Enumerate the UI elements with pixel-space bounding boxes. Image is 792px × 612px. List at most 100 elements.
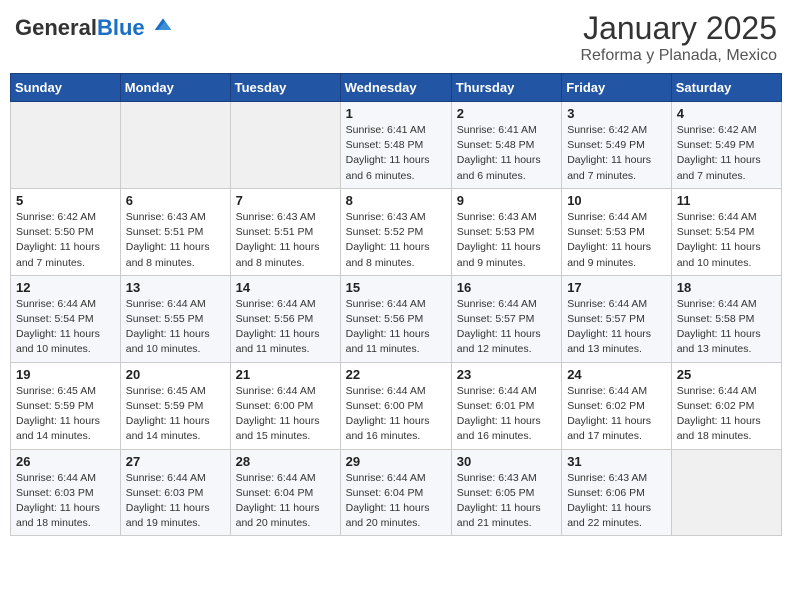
day-number: 2 — [457, 106, 556, 121]
logo-blue-text: Blue — [97, 15, 145, 40]
day-number: 11 — [677, 193, 776, 208]
day-number: 10 — [567, 193, 666, 208]
day-number: 27 — [126, 454, 225, 469]
day-info: Sunrise: 6:45 AMSunset: 5:59 PMDaylight:… — [16, 384, 115, 445]
day-info: Sunrise: 6:44 AMSunset: 5:56 PMDaylight:… — [346, 297, 446, 358]
calendar-cell: 20 Sunrise: 6:45 AMSunset: 5:59 PMDayligh… — [120, 362, 230, 449]
weekday-header-wednesday: Wednesday — [340, 74, 451, 102]
day-info: Sunrise: 6:43 AMSunset: 5:51 PMDaylight:… — [126, 210, 225, 271]
day-number: 20 — [126, 367, 225, 382]
day-number: 23 — [457, 367, 556, 382]
title-block: January 2025 Reforma y Planada, Mexico — [580, 10, 777, 65]
day-info: Sunrise: 6:43 AMSunset: 5:51 PMDaylight:… — [236, 210, 335, 271]
day-info: Sunrise: 6:44 AMSunset: 6:04 PMDaylight:… — [346, 471, 446, 532]
weekday-header-sunday: Sunday — [11, 74, 121, 102]
calendar-week-4: 19 Sunrise: 6:45 AMSunset: 5:59 PMDayligh… — [11, 362, 782, 449]
day-info: Sunrise: 6:44 AMSunset: 6:02 PMDaylight:… — [677, 384, 776, 445]
month-title: January 2025 — [580, 10, 777, 47]
day-number: 6 — [126, 193, 225, 208]
day-number: 12 — [16, 280, 115, 295]
calendar-cell — [230, 102, 340, 189]
day-info: Sunrise: 6:44 AMSunset: 6:00 PMDaylight:… — [236, 384, 335, 445]
day-number: 4 — [677, 106, 776, 121]
calendar-cell: 30Sunrise: 6:43 AMSunset: 6:05 PMDayligh… — [451, 449, 561, 536]
calendar-body: 1 Sunrise: 6:41 AMSunset: 5:48 PMDaylight… — [11, 102, 782, 536]
day-number: 1 — [346, 106, 446, 121]
day-info: Sunrise: 6:44 AMSunset: 5:53 PMDaylight:… — [567, 210, 666, 271]
calendar-cell: 26 Sunrise: 6:44 AMSunset: 6:03 PMDayligh… — [11, 449, 121, 536]
day-info: Sunrise: 6:43 AMSunset: 5:52 PMDaylight:… — [346, 210, 446, 271]
day-number: 31 — [567, 454, 666, 469]
calendar-cell: 28 Sunrise: 6:44 AMSunset: 6:04 PMDayligh… — [230, 449, 340, 536]
day-info: Sunrise: 6:44 AMSunset: 5:58 PMDaylight:… — [677, 297, 776, 358]
calendar-cell: 2 Sunrise: 6:41 AMSunset: 5:48 PMDaylight… — [451, 102, 561, 189]
weekday-header-tuesday: Tuesday — [230, 74, 340, 102]
day-info: Sunrise: 6:44 AMSunset: 5:55 PMDaylight:… — [126, 297, 225, 358]
logo-icon — [153, 15, 173, 35]
calendar-cell: 1 Sunrise: 6:41 AMSunset: 5:48 PMDaylight… — [340, 102, 451, 189]
location: Reforma y Planada, Mexico — [580, 47, 777, 65]
day-number: 8 — [346, 193, 446, 208]
calendar-cell: 10 Sunrise: 6:44 AMSunset: 5:53 PMDayligh… — [562, 188, 672, 275]
day-info: Sunrise: 6:43 AMSunset: 6:06 PMDaylight:… — [567, 471, 666, 532]
logo-general-text: General — [15, 15, 97, 40]
calendar-cell: 13 Sunrise: 6:44 AMSunset: 5:55 PMDayligh… — [120, 275, 230, 362]
calendar-cell: 29 Sunrise: 6:44 AMSunset: 6:04 PMDayligh… — [340, 449, 451, 536]
weekday-header-saturday: Saturday — [671, 74, 781, 102]
calendar-cell: 25Sunrise: 6:44 AMSunset: 6:02 PMDayligh… — [671, 362, 781, 449]
calendar-cell: 24Sunrise: 6:44 AMSunset: 6:02 PMDayligh… — [562, 362, 672, 449]
day-number: 28 — [236, 454, 335, 469]
calendar-cell: 22Sunrise: 6:44 AMSunset: 6:00 PMDayligh… — [340, 362, 451, 449]
weekday-header-row: SundayMondayTuesdayWednesdayThursdayFrid… — [11, 74, 782, 102]
day-number: 13 — [126, 280, 225, 295]
calendar-cell: 14Sunrise: 6:44 AMSunset: 5:56 PMDayligh… — [230, 275, 340, 362]
day-info: Sunrise: 6:43 AMSunset: 6:05 PMDaylight:… — [457, 471, 556, 532]
calendar-cell: 11Sunrise: 6:44 AMSunset: 5:54 PMDayligh… — [671, 188, 781, 275]
day-info: Sunrise: 6:42 AMSunset: 5:50 PMDaylight:… — [16, 210, 115, 271]
calendar-cell: 3 Sunrise: 6:42 AMSunset: 5:49 PMDaylight… — [562, 102, 672, 189]
day-info: Sunrise: 6:41 AMSunset: 5:48 PMDaylight:… — [457, 123, 556, 184]
weekday-header-friday: Friday — [562, 74, 672, 102]
calendar-cell: 19 Sunrise: 6:45 AMSunset: 5:59 PMDayligh… — [11, 362, 121, 449]
calendar-cell: 21 Sunrise: 6:44 AMSunset: 6:00 PMDayligh… — [230, 362, 340, 449]
day-number: 29 — [346, 454, 446, 469]
day-number: 26 — [16, 454, 115, 469]
calendar-cell: 4 Sunrise: 6:42 AMSunset: 5:49 PMDaylight… — [671, 102, 781, 189]
day-info: Sunrise: 6:44 AMSunset: 6:04 PMDaylight:… — [236, 471, 335, 532]
weekday-header-monday: Monday — [120, 74, 230, 102]
calendar-cell: 16 Sunrise: 6:44 AMSunset: 5:57 PMDayligh… — [451, 275, 561, 362]
day-info: Sunrise: 6:42 AMSunset: 5:49 PMDaylight:… — [567, 123, 666, 184]
calendar-cell: 18Sunrise: 6:44 AMSunset: 5:58 PMDayligh… — [671, 275, 781, 362]
day-info: Sunrise: 6:44 AMSunset: 6:01 PMDaylight:… — [457, 384, 556, 445]
day-number: 19 — [16, 367, 115, 382]
day-number: 3 — [567, 106, 666, 121]
calendar-week-1: 1 Sunrise: 6:41 AMSunset: 5:48 PMDaylight… — [11, 102, 782, 189]
day-info: Sunrise: 6:44 AMSunset: 5:57 PMDaylight:… — [457, 297, 556, 358]
calendar-cell: 31 Sunrise: 6:43 AMSunset: 6:06 PMDayligh… — [562, 449, 672, 536]
day-info: Sunrise: 6:44 AMSunset: 6:03 PMDaylight:… — [16, 471, 115, 532]
calendar-week-2: 5Sunrise: 6:42 AMSunset: 5:50 PMDaylight… — [11, 188, 782, 275]
calendar-week-5: 26 Sunrise: 6:44 AMSunset: 6:03 PMDayligh… — [11, 449, 782, 536]
day-info: Sunrise: 6:41 AMSunset: 5:48 PMDaylight:… — [346, 123, 446, 184]
calendar-cell: 15Sunrise: 6:44 AMSunset: 5:56 PMDayligh… — [340, 275, 451, 362]
calendar-cell: 6 Sunrise: 6:43 AMSunset: 5:51 PMDaylight… — [120, 188, 230, 275]
day-info: Sunrise: 6:44 AMSunset: 5:54 PMDaylight:… — [16, 297, 115, 358]
calendar-week-3: 12 Sunrise: 6:44 AMSunset: 5:54 PMDayligh… — [11, 275, 782, 362]
day-info: Sunrise: 6:42 AMSunset: 5:49 PMDaylight:… — [677, 123, 776, 184]
day-number: 17 — [567, 280, 666, 295]
calendar-cell: 12 Sunrise: 6:44 AMSunset: 5:54 PMDayligh… — [11, 275, 121, 362]
day-info: Sunrise: 6:44 AMSunset: 6:02 PMDaylight:… — [567, 384, 666, 445]
logo: GeneralBlue — [15, 15, 173, 39]
calendar-cell: 9Sunrise: 6:43 AMSunset: 5:53 PMDaylight… — [451, 188, 561, 275]
day-info: Sunrise: 6:45 AMSunset: 5:59 PMDaylight:… — [126, 384, 225, 445]
calendar-header: SundayMondayTuesdayWednesdayThursdayFrid… — [11, 74, 782, 102]
calendar-table: SundayMondayTuesdayWednesdayThursdayFrid… — [10, 73, 782, 536]
calendar-cell: 7 Sunrise: 6:43 AMSunset: 5:51 PMDaylight… — [230, 188, 340, 275]
day-number: 21 — [236, 367, 335, 382]
day-info: Sunrise: 6:44 AMSunset: 6:00 PMDaylight:… — [346, 384, 446, 445]
day-info: Sunrise: 6:43 AMSunset: 5:53 PMDaylight:… — [457, 210, 556, 271]
day-number: 14 — [236, 280, 335, 295]
day-number: 7 — [236, 193, 335, 208]
day-number: 16 — [457, 280, 556, 295]
weekday-header-thursday: Thursday — [451, 74, 561, 102]
